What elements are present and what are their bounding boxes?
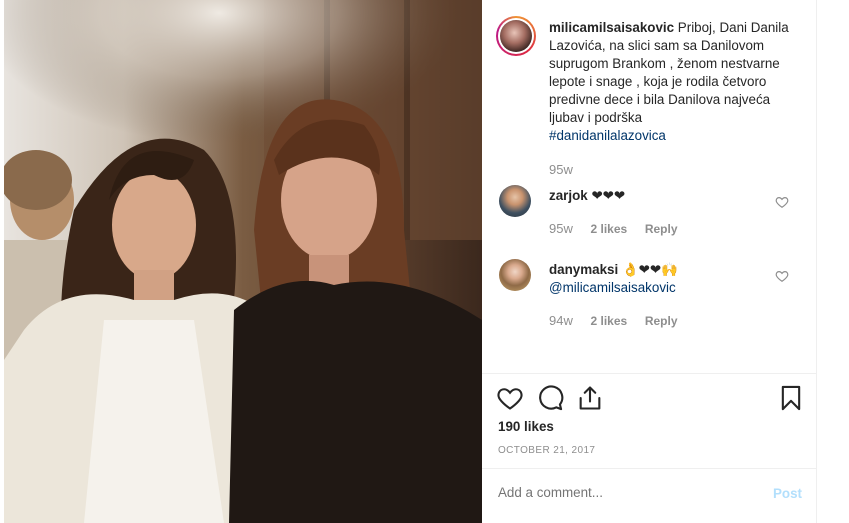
comment-likes[interactable]: 2 likes [590,314,627,328]
comment-text: zarjok ❤❤❤ [549,187,769,205]
comment-time[interactable]: 95w [549,221,573,236]
comment-body: ❤❤❤ [591,188,626,203]
comment-avatar[interactable] [499,259,531,291]
likes-count[interactable]: 190 likes [498,419,554,434]
author-avatar[interactable] [496,16,536,56]
comment-text: danymaksi 👌❤❤🙌 @milicamilsaisakovic [549,261,769,297]
comment-username[interactable]: zarjok [549,188,588,203]
divider [482,373,817,374]
comment-meta: 94w 2 likes Reply [549,313,692,328]
post-comment-button[interactable]: Post [773,486,802,501]
share-icon[interactable] [576,384,604,412]
reply-button[interactable]: Reply [645,222,678,236]
page-background [817,0,849,523]
post-photo-art [4,0,482,523]
comment-like-icon[interactable] [775,195,789,209]
comment-time[interactable]: 94w [549,313,573,328]
comment-username[interactable]: danymaksi [549,262,618,277]
bookmark-icon[interactable] [777,384,805,412]
author-username[interactable]: milicamilsaisakovic [549,20,674,35]
heart-icon[interactable] [496,384,524,412]
comment-input[interactable] [498,485,758,500]
divider [482,468,817,469]
comment-avatar[interactable] [499,185,531,217]
post-caption: milicamilsaisakovic Priboj, Dani Danila … [549,19,799,145]
post-date[interactable]: OCTOBER 21, 2017 [498,445,595,456]
post-photo[interactable] [4,0,482,523]
caption-hashtag[interactable]: #danidanilalazovica [549,127,799,145]
comment-likes[interactable]: 2 likes [590,222,627,236]
caption-timestamp[interactable]: 95w [549,162,573,177]
caption-body: Priboj, Dani Danila Lazovića, na slici s… [549,20,789,125]
post-details-panel: milicamilsaisakovic Priboj, Dani Danila … [482,0,817,523]
comment-body: 👌❤❤🙌 [621,262,678,277]
comment-icon[interactable] [536,384,564,412]
comment-like-icon[interactable] [775,269,789,283]
comment-meta: 95w 2 likes Reply [549,221,692,236]
comment-mention[interactable]: @milicamilsaisakovic [549,279,769,297]
reply-button[interactable]: Reply [645,314,678,328]
